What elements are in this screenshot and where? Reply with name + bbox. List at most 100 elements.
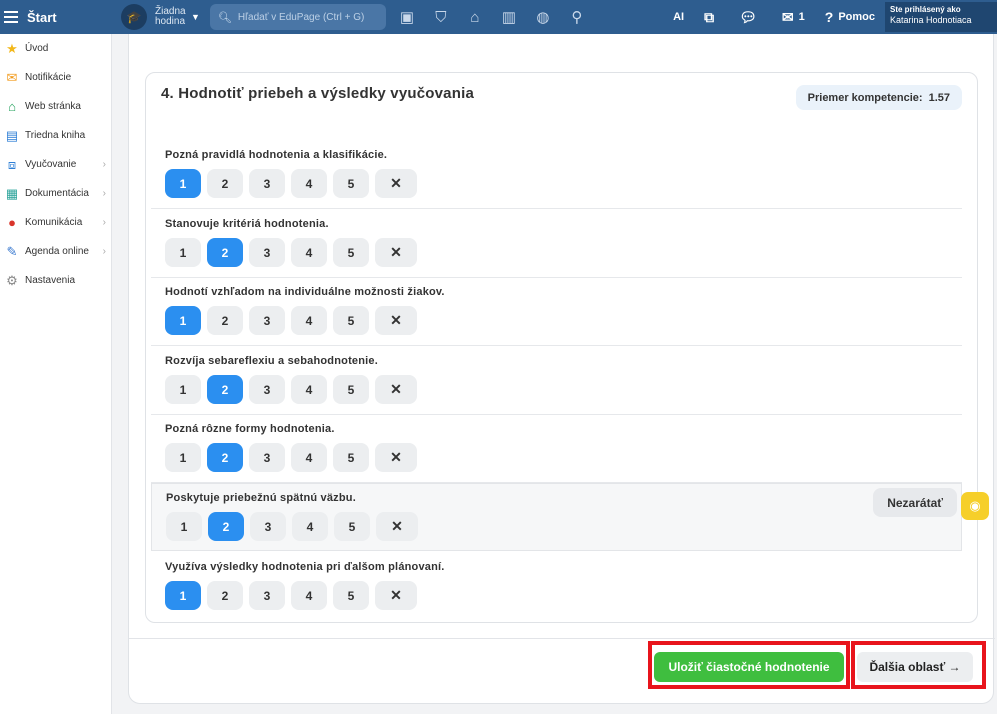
search-icon: 🔍︎ (217, 11, 232, 24)
rating-clear-button[interactable]: ✕ (375, 169, 417, 198)
pen-icon: ✎ (6, 243, 18, 259)
sidebar-item-label: Dokumentácia (25, 188, 89, 199)
rating-option-4[interactable]: 4 (291, 443, 327, 472)
criterion-label: Hodnotí vzhľadom na individuálne možnost… (165, 286, 445, 298)
rating-clear-button[interactable]: ✕ (375, 238, 417, 267)
user-menu[interactable]: Ste prihlásený ako Katarina Hodnotiaca (885, 2, 997, 32)
sidebar-item-agenda-online[interactable]: ✎ Agenda online › (0, 237, 111, 266)
rating-option-4[interactable]: 4 (291, 581, 327, 610)
shield-icon[interactable]: ⛉ (424, 0, 458, 34)
sidebar-item-komunikacia[interactable]: ● Komunikácia › (0, 208, 111, 237)
start-menu-button[interactable]: Štart (0, 0, 112, 34)
rating-option-1[interactable]: 1 (165, 375, 201, 404)
competence-section: 4. Hodnotiť priebeh a výsledky vyučovani… (145, 72, 978, 623)
question-mark-icon: ? (824, 9, 834, 25)
rating-option-2[interactable]: 2 (207, 238, 243, 267)
screen-share-button[interactable]: ⧉ (704, 9, 719, 26)
competence-average-badge: Priemer kompetencie: 1.57 (795, 85, 962, 110)
walking-people-icon[interactable]: ⚲ (560, 0, 594, 34)
messages-button[interactable]: ✉ 1 (782, 9, 805, 26)
rating-option-2[interactable]: 2 (207, 169, 243, 198)
rating-clear-button[interactable]: ✕ (375, 443, 417, 472)
rating-option-2[interactable]: 2 (207, 306, 243, 335)
rating-option-5[interactable]: 5 (333, 238, 369, 267)
rating-option-2[interactable]: 2 (207, 443, 243, 472)
sidebar-item-notifikacie[interactable]: ✉ Notifikácie (0, 63, 111, 92)
user-name: Katarina Hodnotiaca (890, 15, 972, 25)
rating-option-5[interactable]: 5 (333, 169, 369, 198)
rating-option-3[interactable]: 3 (249, 581, 285, 610)
institution-icon[interactable]: ⌂ (458, 0, 492, 34)
rating-option-3[interactable]: 3 (249, 443, 285, 472)
rating-option-5[interactable]: 5 (333, 443, 369, 472)
rating-option-3[interactable]: 3 (249, 238, 285, 267)
rating-option-3[interactable]: 3 (249, 306, 285, 335)
next-area-button[interactable]: Ďalšia oblasť → (857, 652, 973, 682)
rating-option-2[interactable]: 2 (208, 512, 244, 541)
rating-option-5[interactable]: 5 (333, 306, 369, 335)
chevron-right-icon: › (102, 217, 106, 228)
rating-option-1[interactable]: 1 (165, 581, 201, 610)
rating-option-4[interactable]: 4 (291, 306, 327, 335)
rating-option-4[interactable]: 4 (291, 238, 327, 267)
search-input[interactable] (237, 11, 378, 23)
lesson-selector[interactable]: 🎓 Žiadna hodina ▼ (121, 4, 210, 30)
rating-option-1[interactable]: 1 (165, 238, 201, 267)
user-caption: Ste prihlásený ako (890, 5, 961, 14)
sidebar-item-label: Triedna kniha (25, 130, 86, 141)
average-value: 1.57 (928, 91, 950, 104)
chevron-right-icon: › (102, 246, 106, 257)
bar-chart-icon[interactable]: ▥ (492, 0, 526, 34)
sidebar-item-label: Komunikácia (25, 217, 83, 228)
rating-options: 1 2 3 4 5 ✕ (165, 306, 423, 335)
ai-button[interactable]: AI (673, 11, 684, 23)
save-partial-evaluation-button[interactable]: Uložiť čiastočné hodnotenie (654, 652, 844, 682)
footer-divider (129, 638, 995, 639)
hamburger-icon (4, 8, 18, 26)
sidebar-item-triedna-kniha[interactable]: ▤ Triedna kniha (0, 121, 111, 150)
rating-option-2[interactable]: 2 (207, 375, 243, 404)
rating-option-2[interactable]: 2 (207, 581, 243, 610)
rating-options: 1 2 3 4 5 ✕ (165, 238, 423, 267)
rating-option-3[interactable]: 3 (249, 169, 285, 198)
chat-button[interactable]: 💬︎ (739, 9, 762, 26)
rating-option-1[interactable]: 1 (165, 169, 201, 198)
sidebar-item-vyucovanie[interactable]: ⧈ Vyučovanie › (0, 150, 111, 179)
rating-option-4[interactable]: 4 (292, 512, 328, 541)
search-box[interactable]: 🔍︎ (209, 4, 386, 30)
graduation-cap-icon: 🎓 (121, 4, 147, 30)
rating-option-1[interactable]: 1 (165, 443, 201, 472)
nezaratat-button[interactable]: Nezarátať (873, 488, 957, 517)
rating-clear-button[interactable]: ✕ (375, 375, 417, 404)
sidebar-item-web-stranka[interactable]: ⌂ Web stránka (0, 92, 111, 121)
rating-options: 1 2 3 4 5 ✕ (165, 443, 423, 472)
sidebar-item-dokumentacia[interactable]: ▦ Dokumentácia › (0, 179, 111, 208)
rating-options: 1 2 3 4 5 ✕ (165, 375, 423, 404)
rating-option-5[interactable]: 5 (334, 512, 370, 541)
criterion-label: Pozná rôzne formy hodnotenia. (165, 423, 335, 435)
rating-option-5[interactable]: 5 (333, 581, 369, 610)
sidebar-item-nastavenia[interactable]: ⚙ Nastavenia (0, 266, 111, 295)
criterion-row: Hodnotí vzhľadom na individuálne možnost… (151, 278, 962, 346)
rating-option-1[interactable]: 1 (166, 512, 202, 541)
rating-options: 1 2 3 4 5 ✕ (166, 512, 424, 541)
briefcase-icon[interactable]: ▣ (390, 0, 424, 34)
rating-option-1[interactable]: 1 (165, 306, 201, 335)
rating-option-4[interactable]: 4 (291, 375, 327, 404)
sidebar-item-uvod[interactable]: ★ Úvod (0, 34, 111, 63)
rating-clear-button[interactable]: ✕ (375, 581, 417, 610)
criterion-label: Poskytuje priebežnú spätnú väzbu. (166, 492, 356, 504)
chat-assistant-button[interactable]: ◉ (961, 492, 989, 520)
screen-share-icon: ⧉ (704, 8, 715, 25)
parent-icon[interactable]: ◍ (526, 0, 560, 34)
rating-option-3[interactable]: 3 (250, 512, 286, 541)
help-button[interactable]: ? Pomoc (825, 9, 875, 25)
rating-clear-button[interactable]: ✕ (375, 306, 417, 335)
sidebar-item-label: Nastavenia (25, 275, 76, 286)
rating-clear-button[interactable]: ✕ (376, 512, 418, 541)
rating-option-3[interactable]: 3 (249, 375, 285, 404)
rating-options: 1 2 3 4 5 ✕ (165, 169, 423, 198)
sidebar-item-label: Notifikácie (25, 72, 72, 83)
rating-option-5[interactable]: 5 (333, 375, 369, 404)
rating-option-4[interactable]: 4 (291, 169, 327, 198)
